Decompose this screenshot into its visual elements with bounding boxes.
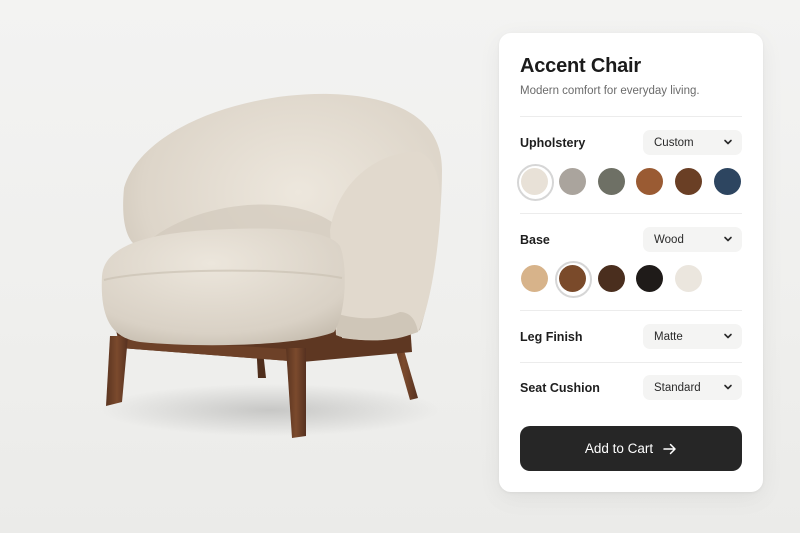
product-image xyxy=(80,80,460,460)
arrow-right-icon xyxy=(663,443,676,454)
upholstery-swatch[interactable] xyxy=(559,168,586,195)
base-label: Base xyxy=(520,233,550,247)
add-to-cart-button[interactable]: Add to Cart xyxy=(520,426,742,471)
product-subtitle: Modern comfort for everyday living. xyxy=(520,85,700,97)
seat-cushion-select-value: Standard xyxy=(654,381,701,394)
base-swatch[interactable] xyxy=(675,265,702,292)
product-configurator: Accent Chair Modern comfort for everyday… xyxy=(0,0,800,533)
chevron-down-icon xyxy=(724,236,732,242)
base-swatch[interactable] xyxy=(521,265,548,292)
seat-cushion-label: Seat Cushion xyxy=(520,381,600,395)
base-swatch[interactable] xyxy=(598,265,625,292)
base-select[interactable]: Wood xyxy=(643,227,742,252)
base-swatch[interactable] xyxy=(636,265,663,292)
add-to-cart-label: Add to Cart xyxy=(584,441,654,456)
product-title: Accent Chair xyxy=(520,55,641,77)
base-select-value: Wood xyxy=(654,233,684,246)
divider xyxy=(520,362,742,363)
chevron-down-icon xyxy=(724,333,732,339)
upholstery-label: Upholstery xyxy=(520,136,586,150)
leg-finish-label: Leg Finish xyxy=(520,330,583,344)
seat-cushion-select[interactable]: Standard xyxy=(643,375,742,400)
upholstery-swatch[interactable] xyxy=(714,168,741,195)
divider xyxy=(520,310,742,311)
leg-finish-select[interactable]: Matte xyxy=(643,324,742,349)
upholstery-select-value: Custom xyxy=(654,136,694,149)
configurator-panel: Accent Chair Modern comfort for everyday… xyxy=(499,33,763,492)
upholstery-swatch[interactable] xyxy=(517,164,554,201)
upholstery-swatch[interactable] xyxy=(598,168,625,195)
upholstery-swatch[interactable] xyxy=(675,168,702,195)
upholstery-select[interactable]: Custom xyxy=(643,130,742,155)
accent-chair-image xyxy=(100,93,442,438)
chevron-down-icon xyxy=(724,384,732,390)
divider xyxy=(520,116,742,117)
base-swatch[interactable] xyxy=(555,261,592,298)
leg-finish-select-value: Matte xyxy=(654,330,683,343)
upholstery-swatch[interactable] xyxy=(636,168,663,195)
chevron-down-icon xyxy=(724,139,732,145)
divider xyxy=(520,213,742,214)
